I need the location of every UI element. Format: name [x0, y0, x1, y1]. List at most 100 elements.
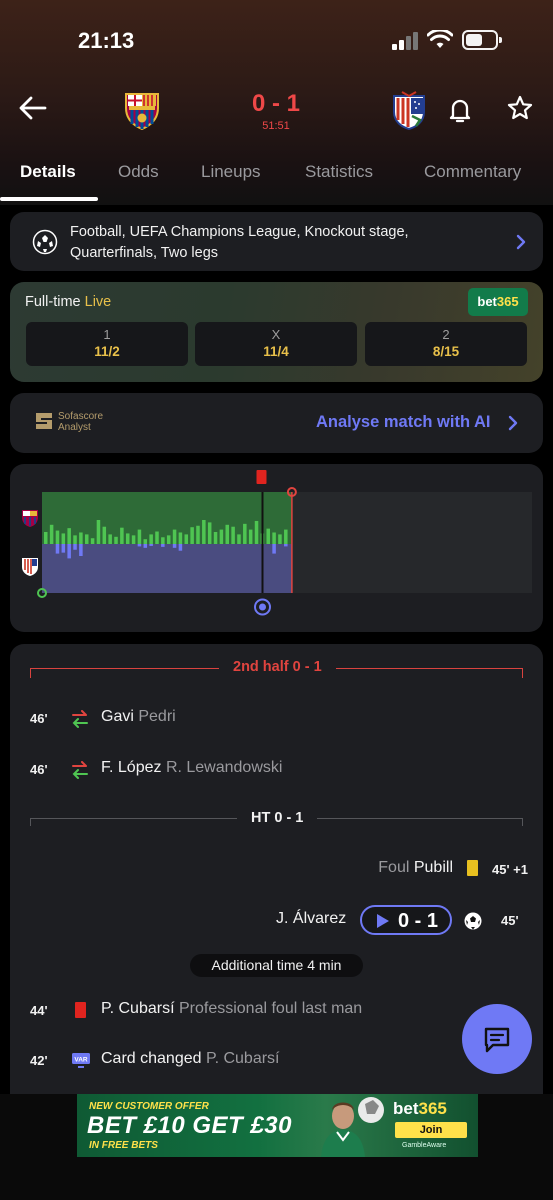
momentum-home-bar — [161, 537, 165, 544]
tab-commentary[interactable]: Commentary — [424, 162, 521, 182]
momentum-home-bar — [196, 525, 200, 544]
incident-minute: 42' — [30, 1053, 48, 1068]
momentum-away-bar — [137, 544, 142, 547]
atletico-madrid-crest-icon[interactable] — [390, 90, 428, 130]
tab-bar: Details Odds Lineups Statistics Commenta… — [0, 150, 553, 202]
momentum-home-bar — [184, 534, 189, 544]
momentum-home-bar — [96, 520, 101, 544]
ad-join-button[interactable]: Join — [395, 1122, 467, 1138]
cellular-signal-icon — [392, 32, 420, 50]
incident-row[interactable]: Foul Pubill 45' +1 — [0, 859, 553, 883]
momentum-graph-card[interactable] — [10, 464, 543, 632]
player-out-name: Pedri — [138, 708, 176, 725]
momentum-home-bar — [90, 538, 95, 544]
notification-bell-icon[interactable] — [447, 96, 473, 124]
play-highlight-icon — [377, 914, 389, 928]
momentum-away-bar — [67, 544, 71, 559]
momentum-away-bar — [161, 544, 165, 547]
second-half-label: 2nd half 0 - 1 — [219, 659, 336, 675]
card-reason: Foul — [378, 859, 410, 876]
momentum-home-bar — [67, 528, 71, 544]
momentum-away-bar — [61, 544, 66, 553]
wifi-icon — [427, 30, 453, 48]
ad-headline: BET £10 GET £30 — [87, 1112, 292, 1139]
red-card-icon — [75, 1002, 86, 1018]
odds-card: Full-time Live bet365 1 11/2 X 11/4 2 8/… — [10, 282, 543, 382]
gambleaware-text: GambleAware — [402, 1142, 447, 1149]
goal-ball-icon — [464, 912, 482, 930]
player-name: Pubill — [413, 859, 453, 876]
competition-card[interactable]: Football, UEFA Champions League, Knockou… — [10, 212, 543, 271]
chat-bubble-icon — [484, 1027, 510, 1053]
incident-minute: 45' +1 — [492, 862, 528, 877]
incident-row[interactable]: 46' Gavi Pedri — [0, 708, 553, 732]
analyst-logo-line2: Analyst — [58, 422, 91, 433]
competition-text: Football, UEFA Champions League, Knockou… — [70, 224, 409, 261]
momentum-graph — [22, 470, 532, 616]
ad-subline: IN FREE BETS — [89, 1140, 158, 1151]
analyst-card[interactable]: Sofascore Analyst Analyse match with AI — [10, 393, 543, 453]
momentum-home-bar — [61, 533, 66, 544]
incident-minute: 44' — [30, 1003, 48, 1018]
goal-score-pill[interactable]: 0 - 1 — [360, 905, 452, 935]
bet365-ad-banner[interactable]: NEW CUSTOMER OFFER BET £10 GET £30 IN FR… — [77, 1094, 478, 1157]
momentum-home-bar — [266, 528, 270, 544]
momentum-home-bar — [137, 529, 142, 544]
momentum-away-bar — [178, 544, 183, 551]
momentum-home-bar — [114, 536, 118, 544]
momentum-home-bar — [213, 532, 218, 544]
incident-minute: 45' — [501, 913, 519, 928]
momentum-away-crest-icon — [22, 558, 38, 576]
additional-time-badge: Additional time 4 min — [190, 954, 363, 977]
fc-barcelona-crest-icon[interactable] — [123, 90, 161, 130]
tab-details[interactable]: Details — [20, 162, 76, 182]
momentum-home-bar — [44, 532, 48, 544]
chat-fab-button[interactable] — [462, 1004, 532, 1074]
momentum-away-bar — [284, 544, 288, 547]
momentum-home-bar — [278, 534, 282, 544]
momentum-home-bar — [49, 524, 54, 544]
odds-option-away[interactable]: 2 8/15 — [365, 322, 527, 366]
momentum-home-crest-icon — [22, 510, 38, 527]
momentum-home-bar — [166, 535, 171, 544]
momentum-home-bar — [225, 524, 230, 544]
momentum-home-bar — [120, 527, 124, 544]
substitution-icon — [72, 710, 88, 728]
momentum-away-bar — [79, 544, 83, 556]
player-in-name: Gavi — [101, 708, 134, 725]
momentum-home-bar — [248, 529, 253, 544]
analyse-with-ai-link[interactable]: Analyse match with AI — [316, 413, 491, 432]
player-in-name: F. López — [101, 759, 162, 776]
incident-row[interactable]: 46' F. López R. Lewandowski — [0, 759, 553, 783]
halftime-label: HT 0 - 1 — [237, 810, 318, 826]
momentum-home-bar — [243, 523, 247, 544]
card-reason: Professional foul last man — [178, 1000, 363, 1017]
odds-option-draw[interactable]: X 11/4 — [195, 322, 357, 366]
tab-lineups[interactable]: Lineups — [201, 162, 261, 182]
match-header: 0 - 1 51:51 — [0, 80, 553, 140]
odds-title: Full-time Live — [25, 294, 111, 310]
momentum-home-bar — [155, 531, 159, 544]
momentum-home-bar — [143, 539, 148, 544]
yellow-card-icon — [467, 860, 478, 876]
var-icon: VAR — [72, 1053, 90, 1068]
analyst-logo-line1: Sofascore — [58, 411, 104, 422]
favorite-star-icon[interactable] — [506, 94, 534, 122]
bookmaker-name-part2: 365 — [496, 294, 519, 309]
momentum-home-bar — [108, 534, 112, 544]
bet365-logo[interactable]: bet365 — [468, 288, 528, 316]
match-minute: 51:51 — [262, 120, 290, 132]
momentum-home-bar — [178, 532, 183, 544]
odds-option-label: 1 — [103, 327, 111, 342]
odds-option-label: X — [271, 327, 281, 342]
tab-odds[interactable]: Odds — [118, 162, 159, 182]
incident-minute: 46' — [30, 711, 48, 726]
tab-statistics[interactable]: Statistics — [305, 162, 373, 182]
momentum-home-bar — [231, 526, 235, 544]
incident-row[interactable]: J. Álvarez 45' — [0, 908, 553, 938]
momentum-away-bar — [143, 544, 148, 548]
momentum-home-bar — [202, 520, 206, 544]
odds-option-home[interactable]: 1 11/2 — [26, 322, 188, 366]
back-arrow-icon[interactable] — [18, 94, 48, 122]
momentum-home-bar — [207, 522, 212, 544]
